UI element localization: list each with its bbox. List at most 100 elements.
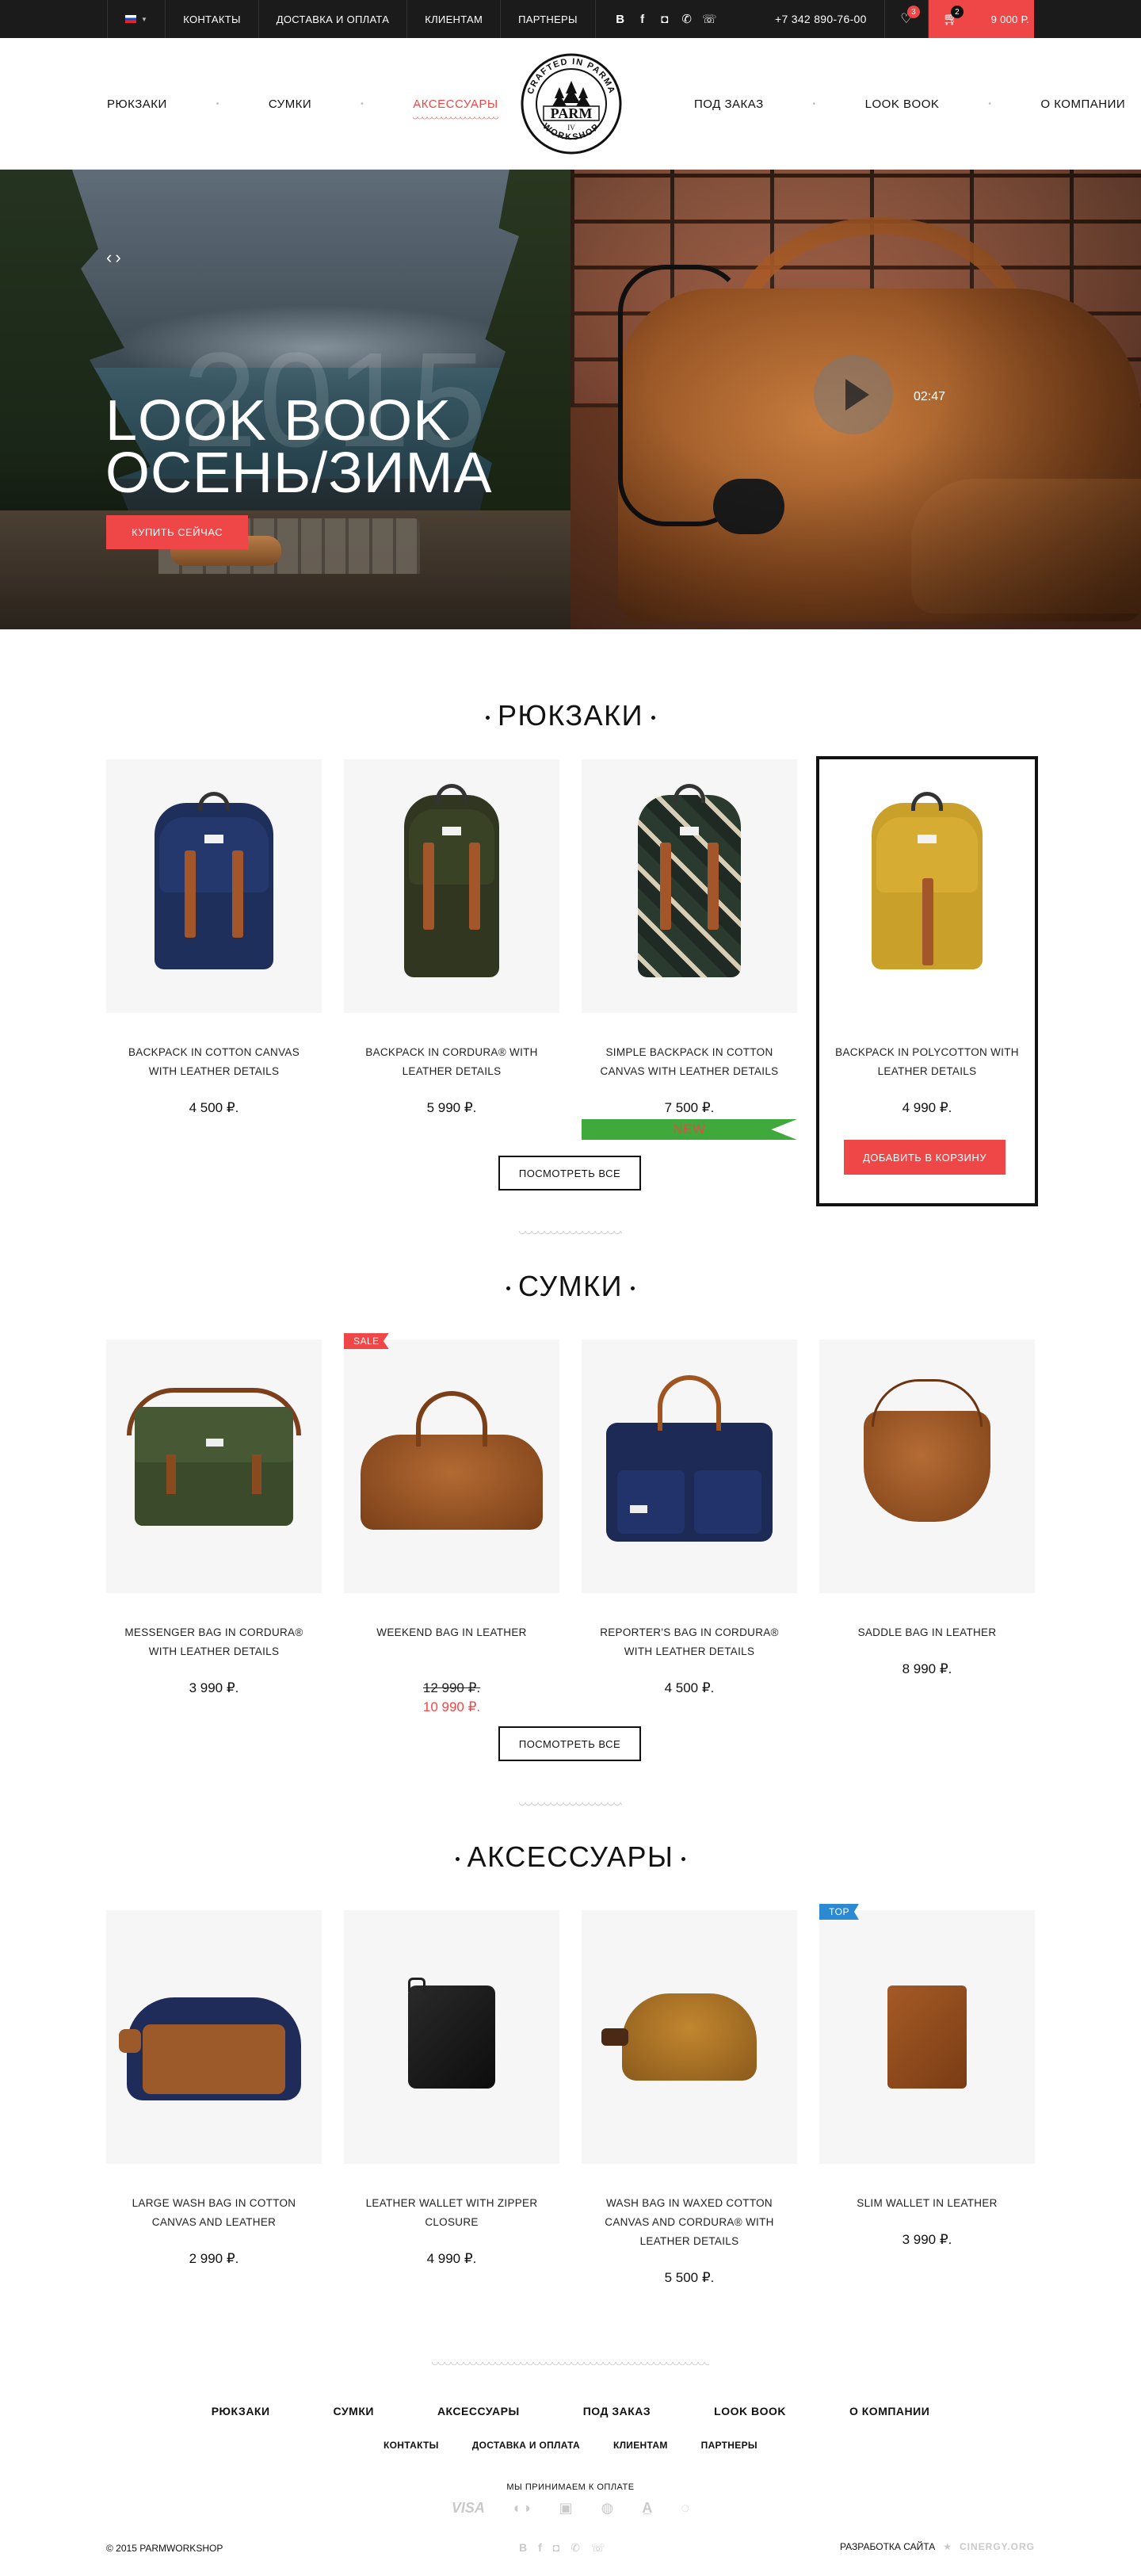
cart-count-badge: 2	[951, 6, 964, 18]
instagram-icon[interactable]: ◘	[553, 2541, 559, 2555]
product-name[interactable]: WASH BAG IN WAXED COTTON CANVAS AND CORD…	[590, 2194, 789, 2251]
product-image[interactable]	[582, 1340, 797, 1593]
product-name[interactable]: SIMPLE BACKPACK IN COTTON CANVAS WITH LE…	[590, 1043, 789, 1081]
slider-arrows[interactable]: ‹›	[106, 247, 124, 268]
view-all-backpacks-button[interactable]: ПОСМОТРЕТЬ ВСЕ	[498, 1156, 641, 1191]
product-name[interactable]: BACKPACK IN POLYCOTTON WITH LEATHER DETA…	[827, 1043, 1027, 1081]
cart-button[interactable]: 🛒︎ 2 9 000 Р.	[929, 0, 1034, 38]
product-name[interactable]: WEEKEND BAG IN LEATHER	[352, 1623, 551, 1642]
product-image[interactable]	[106, 1910, 322, 2164]
product-image[interactable]	[344, 759, 559, 1013]
product-image[interactable]	[106, 1340, 322, 1593]
footer-nav-backpacks[interactable]: РЮКЗАКИ	[212, 2405, 270, 2417]
footer-link-contacts[interactable]: КОНТАКТЫ	[384, 2440, 439, 2451]
product-card[interactable]: BACKPACK IN COTTON CANVAS WITH LEATHER D…	[106, 759, 322, 1203]
footer-link-clients[interactable]: КЛИЕНТАМ	[613, 2440, 668, 2451]
footer-link-partners[interactable]: ПАРТНЕРЫ	[701, 2440, 757, 2451]
messenger-bag-illustration	[127, 1388, 301, 1526]
payment-methods: VISA ◐◑ ▣ ◍ A̲ ◌	[0, 2500, 1141, 2517]
footer-nav-bags[interactable]: СУМКИ	[334, 2405, 374, 2417]
product-price: 5 500 ₽.	[664, 2270, 715, 2285]
product-image[interactable]	[344, 1340, 559, 1593]
nav-item-accessories[interactable]: АКСЕССУАРЫ	[413, 97, 499, 120]
chevron-right-icon[interactable]: ›	[115, 247, 124, 267]
buy-now-button[interactable]: КУПИТЬ СЕЙЧАС	[106, 515, 249, 549]
developer-name: CINERGY.ORG	[959, 2541, 1035, 2552]
product-name[interactable]: REPORTER'S BAG IN CORDURA® WITH LEATHER …	[590, 1623, 789, 1661]
payment-title: МЫ ПРИНИМАЕМ К ОПЛАТЕ	[506, 2482, 635, 2492]
product-card[interactable]: LEATHER WALLET WITH ZIPPER CLOSURE 4 990…	[344, 1910, 559, 2354]
product-image[interactable]	[344, 1910, 559, 2164]
nav-item-custom-order[interactable]: ПОД ЗАКАЗ	[694, 97, 764, 111]
viber-icon[interactable]: ☏	[591, 2541, 605, 2555]
nav-item-backpacks[interactable]: РЮКЗАКИ	[107, 97, 167, 111]
slim-wallet-illustration	[887, 1986, 967, 2089]
product-card[interactable]: WASH BAG IN WAXED COTTON CANVAS AND CORD…	[582, 1910, 797, 2354]
product-price: 3 990 ₽.	[902, 2232, 952, 2247]
product-card[interactable]: BACKPACK IN CORDURA® WITH LEATHER DETAIL…	[344, 759, 559, 1203]
product-image[interactable]	[106, 759, 322, 1013]
section-title-bags: СУМКИ	[0, 1270, 1141, 1303]
product-name[interactable]: LARGE WASH BAG IN COTTON CANVAS AND LEAT…	[114, 2194, 314, 2232]
footer-nav: РЮКЗАКИ СУМКИ АКСЕССУАРЫ ПОД ЗАКАЗ LOOK …	[0, 2405, 1141, 2417]
topbar-link-contacts[interactable]: КОНТАКТЫ	[165, 0, 258, 38]
product-price: 4 990 ₽.	[426, 2251, 477, 2266]
product-card[interactable]: SADDLE BAG IN LEATHER 8 990 ₽.	[819, 1340, 1035, 1783]
nav-item-bags[interactable]: СУМКИ	[269, 97, 311, 111]
alfa-icon: A̲	[642, 2500, 653, 2516]
developer-credit[interactable]: РАЗРАБОТКА САЙТА ★ CINERGY.ORG	[840, 2541, 1035, 2552]
product-card[interactable]: MESSENGER BAG IN CORDURA® WITH LEATHER D…	[106, 1340, 322, 1783]
product-name[interactable]: MESSENGER BAG IN CORDURA® WITH LEATHER D…	[114, 1623, 314, 1661]
product-card[interactable]: TOP SLIM WALLET IN LEATHER 3 990 ₽.	[819, 1904, 1035, 2354]
topbar-link-partners[interactable]: ПАРТНЕРЫ	[500, 0, 596, 38]
view-all-bags-button[interactable]: ПОСМОТРЕТЬ ВСЕ	[498, 1726, 641, 1761]
product-card-hovered[interactable]: BACKPACK IN POLYCOTTON WITH LEATHER DETA…	[816, 756, 1038, 1206]
product-name[interactable]: SADDLE BAG IN LEATHER	[827, 1623, 1027, 1642]
topbar-link-delivery[interactable]: ДОСТАВКА И ОПЛАТА	[258, 0, 406, 38]
language-selector[interactable]: ▼	[107, 0, 165, 38]
product-name[interactable]: SLIM WALLET IN LEATHER	[827, 2194, 1027, 2213]
chevron-left-icon[interactable]: ‹	[106, 247, 115, 267]
product-image[interactable]	[582, 1910, 797, 2164]
footer-link-delivery[interactable]: ДОСТАВКА И ОПЛАТА	[472, 2440, 580, 2451]
nav-item-lookbook[interactable]: LOOK BOOK	[865, 97, 940, 111]
add-to-cart-button[interactable]: ДОБАВИТЬ В КОРЗИНУ	[844, 1140, 1006, 1175]
favorites-button[interactable]: ♡ 3	[884, 0, 929, 38]
parm-workshop-logo[interactable]: CRAFTED IN PARMA WORKSHOP PARM IV	[520, 52, 623, 155]
product-card[interactable]: LARGE WASH BAG IN COTTON CANVAS AND LEAT…	[106, 1910, 322, 2354]
footer-nav-accessories[interactable]: АКСЕССУАРЫ	[437, 2405, 520, 2417]
backpack-camo-illustration	[638, 784, 741, 977]
footer-nav-about[interactable]: О КОМПАНИИ	[849, 2405, 929, 2417]
whatsapp-icon[interactable]: ✆	[570, 2541, 580, 2555]
vk-icon[interactable]: B	[519, 2541, 527, 2555]
phone-number[interactable]: +7 342 890-76-00	[775, 13, 867, 25]
black-wallet-illustration	[408, 1978, 495, 2089]
product-image[interactable]	[819, 759, 1035, 1013]
chevron-down-icon: ▼	[141, 15, 148, 23]
product-image[interactable]	[819, 1340, 1035, 1593]
product-card[interactable]: SALE WEEKEND BAG IN LEATHER 12 990 ₽. 10…	[344, 1333, 559, 1783]
footer-nav-custom-order[interactable]: ПОД ЗАКАЗ	[583, 2405, 651, 2417]
section-divider	[519, 1231, 622, 1237]
backpacks-grid: BACKPACK IN COTTON CANVAS WITH LEATHER D…	[106, 756, 1038, 1206]
product-card[interactable]: NEW SIMPLE BACKPACK IN COTTON CANVAS WIT…	[582, 759, 797, 1203]
product-image[interactable]	[819, 1910, 1035, 2164]
play-video-icon[interactable]	[814, 355, 893, 434]
nav-separator: •	[361, 99, 364, 109]
topbar-link-clients[interactable]: КЛИЕНТАМ	[406, 0, 500, 38]
viber-icon[interactable]: ☏	[702, 12, 717, 26]
product-name[interactable]: BACKPACK IN CORDURA® WITH LEATHER DETAIL…	[352, 1043, 551, 1081]
new-badge: NEW	[582, 1119, 797, 1140]
product-name[interactable]: LEATHER WALLET WITH ZIPPER CLOSURE	[352, 2194, 551, 2232]
product-card[interactable]: REPORTER'S BAG IN CORDURA® WITH LEATHER …	[582, 1340, 797, 1783]
facebook-icon[interactable]: f	[635, 13, 650, 26]
facebook-icon[interactable]: f	[538, 2541, 542, 2555]
vk-icon[interactable]: B	[613, 13, 628, 26]
product-name[interactable]: BACKPACK IN COTTON CANVAS WITH LEATHER D…	[114, 1043, 314, 1081]
instagram-icon[interactable]: ◘	[658, 13, 672, 26]
nav-item-about[interactable]: О КОМПАНИИ	[1040, 97, 1125, 111]
product-image[interactable]	[582, 759, 797, 1013]
nav-separator: •	[812, 99, 816, 109]
whatsapp-icon[interactable]: ✆	[680, 12, 694, 26]
footer-nav-lookbook[interactable]: LOOK BOOK	[714, 2405, 786, 2417]
